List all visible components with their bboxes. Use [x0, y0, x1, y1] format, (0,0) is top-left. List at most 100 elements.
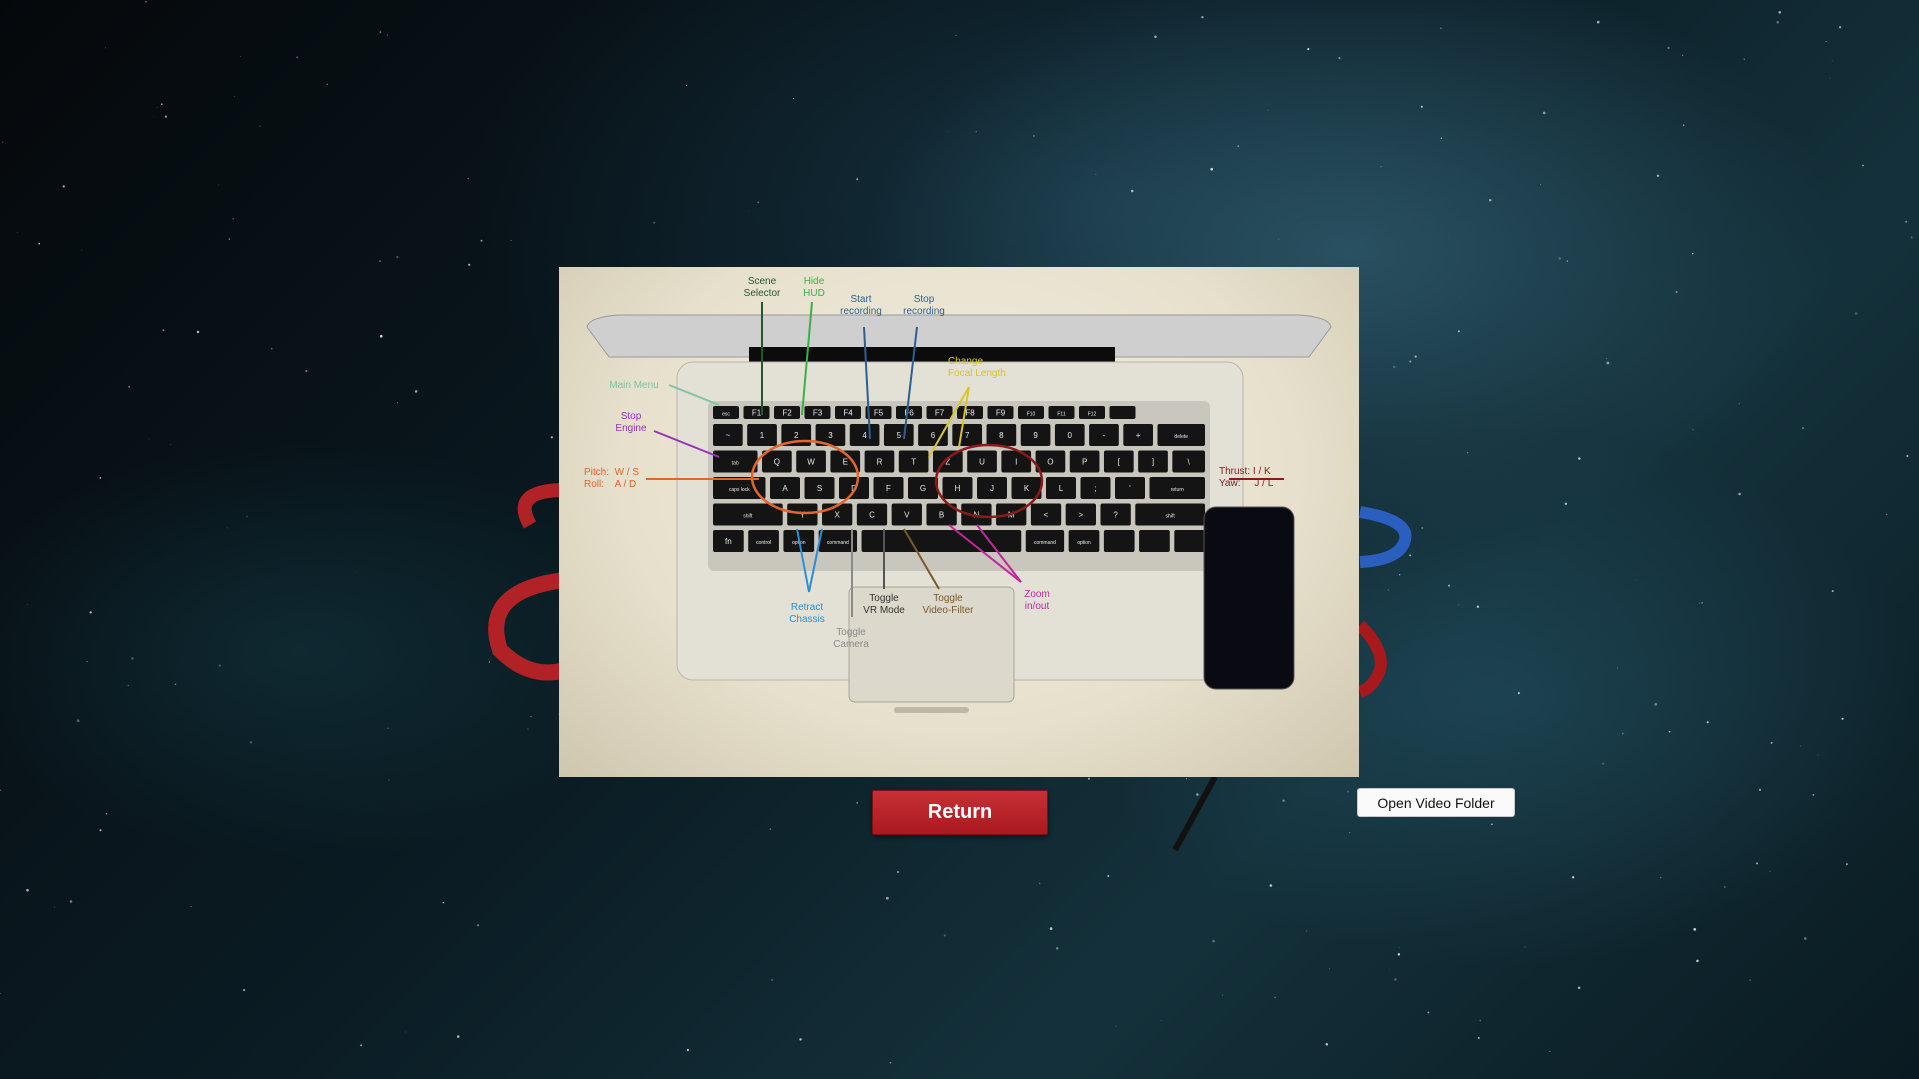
- label-start-recording-1: Start: [850, 294, 871, 305]
- keyboard-key-label: E: [843, 458, 848, 467]
- svg-text:RetractChassis: Retract Chassis: [789, 602, 825, 625]
- label-hide-hud-1: Hide: [804, 276, 825, 287]
- svg-text:SceneSelector: Scene Selector: [744, 276, 781, 299]
- keyboard-key-label: F12: [1088, 412, 1097, 418]
- keyboard-key-label: shift: [1166, 514, 1176, 520]
- keyboard-key-label: F7: [935, 409, 945, 418]
- keyboard-key-label: P: [1082, 458, 1087, 467]
- keyboard-key-label: F9: [996, 409, 1006, 418]
- keyboard-key-label: 1: [760, 431, 765, 440]
- keyboard-key-label: caps lock: [729, 487, 750, 493]
- antenna-decoration: [1172, 775, 1218, 852]
- label-roll: Roll: A / D: [584, 479, 636, 490]
- open-video-folder-button[interactable]: Open Video Folder: [1357, 788, 1515, 817]
- keyboard-key-label: I: [1015, 458, 1017, 467]
- keyboard-key-label: O: [1047, 458, 1053, 467]
- keyboard-key-label: H: [955, 484, 961, 493]
- label-retract-chassis-1: Retract: [791, 602, 823, 613]
- svg-text:Startrecording: Start recording: [840, 294, 882, 317]
- red-ring-left-decoration: [488, 483, 568, 681]
- keyboard-key-label: S: [817, 484, 822, 493]
- red-ring-right-decoration: [1355, 620, 1387, 698]
- label-scene-selector-2: Selector: [744, 288, 781, 299]
- keyboard-key-label: command: [1034, 540, 1056, 546]
- keyboard-key-label: Q: [774, 458, 780, 467]
- label-toggle-camera-1: Toggle: [836, 627, 866, 638]
- label-start-recording-2: recording: [840, 306, 882, 317]
- keyboard-controls-help-image: esc F1 F2 F3 F4 F5 F6 F7 F8 F9 F10 F11 F12 ~1 2 3 4 5 6 7 8 9…: [559, 267, 1359, 777]
- label-toggle-video-filter-2: Video-Filter: [923, 605, 975, 616]
- keyboard-key-label: F8: [965, 409, 975, 418]
- label-zoom-2: in/out: [1025, 601, 1050, 612]
- keyboard-key-label: A: [782, 484, 788, 493]
- keyboard-key-label: ]: [1152, 458, 1154, 467]
- label-stop-engine-2: Engine: [615, 423, 647, 434]
- keyboard-keys: esc F1 F2 F3 F4 F5 F6 F7 F8 F9 F10 F11 F12~ 1 2 3 4 5 6 7 8 9…: [713, 406, 1205, 552]
- keyboard-key: [1174, 530, 1205, 552]
- keyboard-key-label: ?: [1113, 511, 1118, 520]
- keyboard-key-label: <: [1044, 511, 1049, 520]
- keyboard-key-label: L: [1059, 484, 1064, 493]
- blue-ring-right-decoration: [1359, 506, 1412, 568]
- keyboard-key-label: F3: [813, 409, 823, 418]
- keyboard-key-label: U: [979, 458, 985, 467]
- keyboard-key-label: X: [834, 511, 840, 520]
- keyboard-key-label: option: [1077, 540, 1091, 546]
- keyboard-key-label: command: [827, 540, 849, 546]
- label-main-menu: Main Menu: [609, 380, 658, 391]
- label-pitch: Pitch: W / S: [584, 467, 639, 478]
- label-yaw: Yaw: J / L: [1219, 478, 1274, 489]
- keyboard-key-label: F: [886, 484, 891, 493]
- keyboard-key-label: >: [1078, 511, 1083, 520]
- keyboard-key-label: T: [911, 458, 916, 467]
- keyboard-key-label: 6: [931, 431, 936, 440]
- label-change-focal-1: Change: [948, 356, 983, 367]
- keyboard-key-label: tab: [732, 461, 739, 467]
- keyboard-key-label: fn: [725, 537, 732, 546]
- keyboard-key-label: F11: [1057, 412, 1065, 418]
- keyboard-key-label: 4: [862, 431, 867, 440]
- label-toggle-vr-1: Toggle: [869, 593, 899, 604]
- svg-text:ToggleCamera: Toggle Camera: [833, 627, 869, 650]
- keyboard-key: [861, 530, 1022, 552]
- keyboard-key-label: F1: [752, 409, 762, 418]
- keyboard-key-label: F5: [874, 409, 884, 418]
- label-stop-recording-2: recording: [903, 306, 945, 317]
- label-thrust: Thrust: I / K: [1219, 466, 1271, 477]
- keyboard-key-label: K: [1024, 484, 1030, 493]
- label-stop-recording-1: Stop: [914, 294, 935, 305]
- svg-text:Zoomin/out: Zoom in/out: [1024, 589, 1050, 612]
- keyboard-key-label: J: [990, 484, 994, 493]
- keyboard-key-label: G: [920, 484, 926, 493]
- svg-text:StopEngine: Stop Engine: [615, 411, 647, 434]
- keyboard-key: [1103, 530, 1135, 552]
- keyboard-key-label: 9: [1033, 431, 1038, 440]
- keyboard-key-label: control: [756, 540, 771, 546]
- label-scene-selector-1: Scene: [748, 276, 777, 287]
- keyboard-key-label: W: [807, 458, 815, 467]
- keyboard-key-label: +: [1136, 431, 1141, 440]
- keyboard-key-label: B: [939, 511, 944, 520]
- keyboard-key-label: esc: [722, 412, 730, 418]
- label-zoom-1: Zoom: [1024, 589, 1050, 600]
- label-retract-chassis-2: Chassis: [789, 614, 825, 625]
- keyboard-key: [1139, 530, 1170, 552]
- keyboard-key-label: return: [1171, 487, 1184, 493]
- keyboard-key-label: 8: [999, 431, 1004, 440]
- svg-text:HideHUD: Hide HUD: [803, 276, 825, 299]
- label-toggle-video-filter-1: Toggle: [933, 593, 963, 604]
- return-button[interactable]: Return: [872, 790, 1048, 835]
- keyboard-key-label: shift: [743, 514, 753, 520]
- keyboard-key-label: R: [877, 458, 883, 467]
- keyboard-key-label: 7: [965, 431, 970, 440]
- keyboard-key-label: V: [904, 511, 910, 520]
- label-toggle-camera-2: Camera: [833, 639, 869, 650]
- keyboard-key-label: 5: [897, 431, 902, 440]
- keyboard-key: [1109, 406, 1136, 419]
- label-change-focal-2: Focal Length: [948, 368, 1006, 379]
- label-stop-engine-1: Stop: [621, 411, 642, 422]
- svg-text:Stoprecording: Stop recording: [903, 294, 945, 317]
- label-hide-hud-2: HUD: [803, 288, 825, 299]
- keyboard-key-label: C: [869, 511, 875, 520]
- keyboard-key-label: F4: [843, 409, 853, 418]
